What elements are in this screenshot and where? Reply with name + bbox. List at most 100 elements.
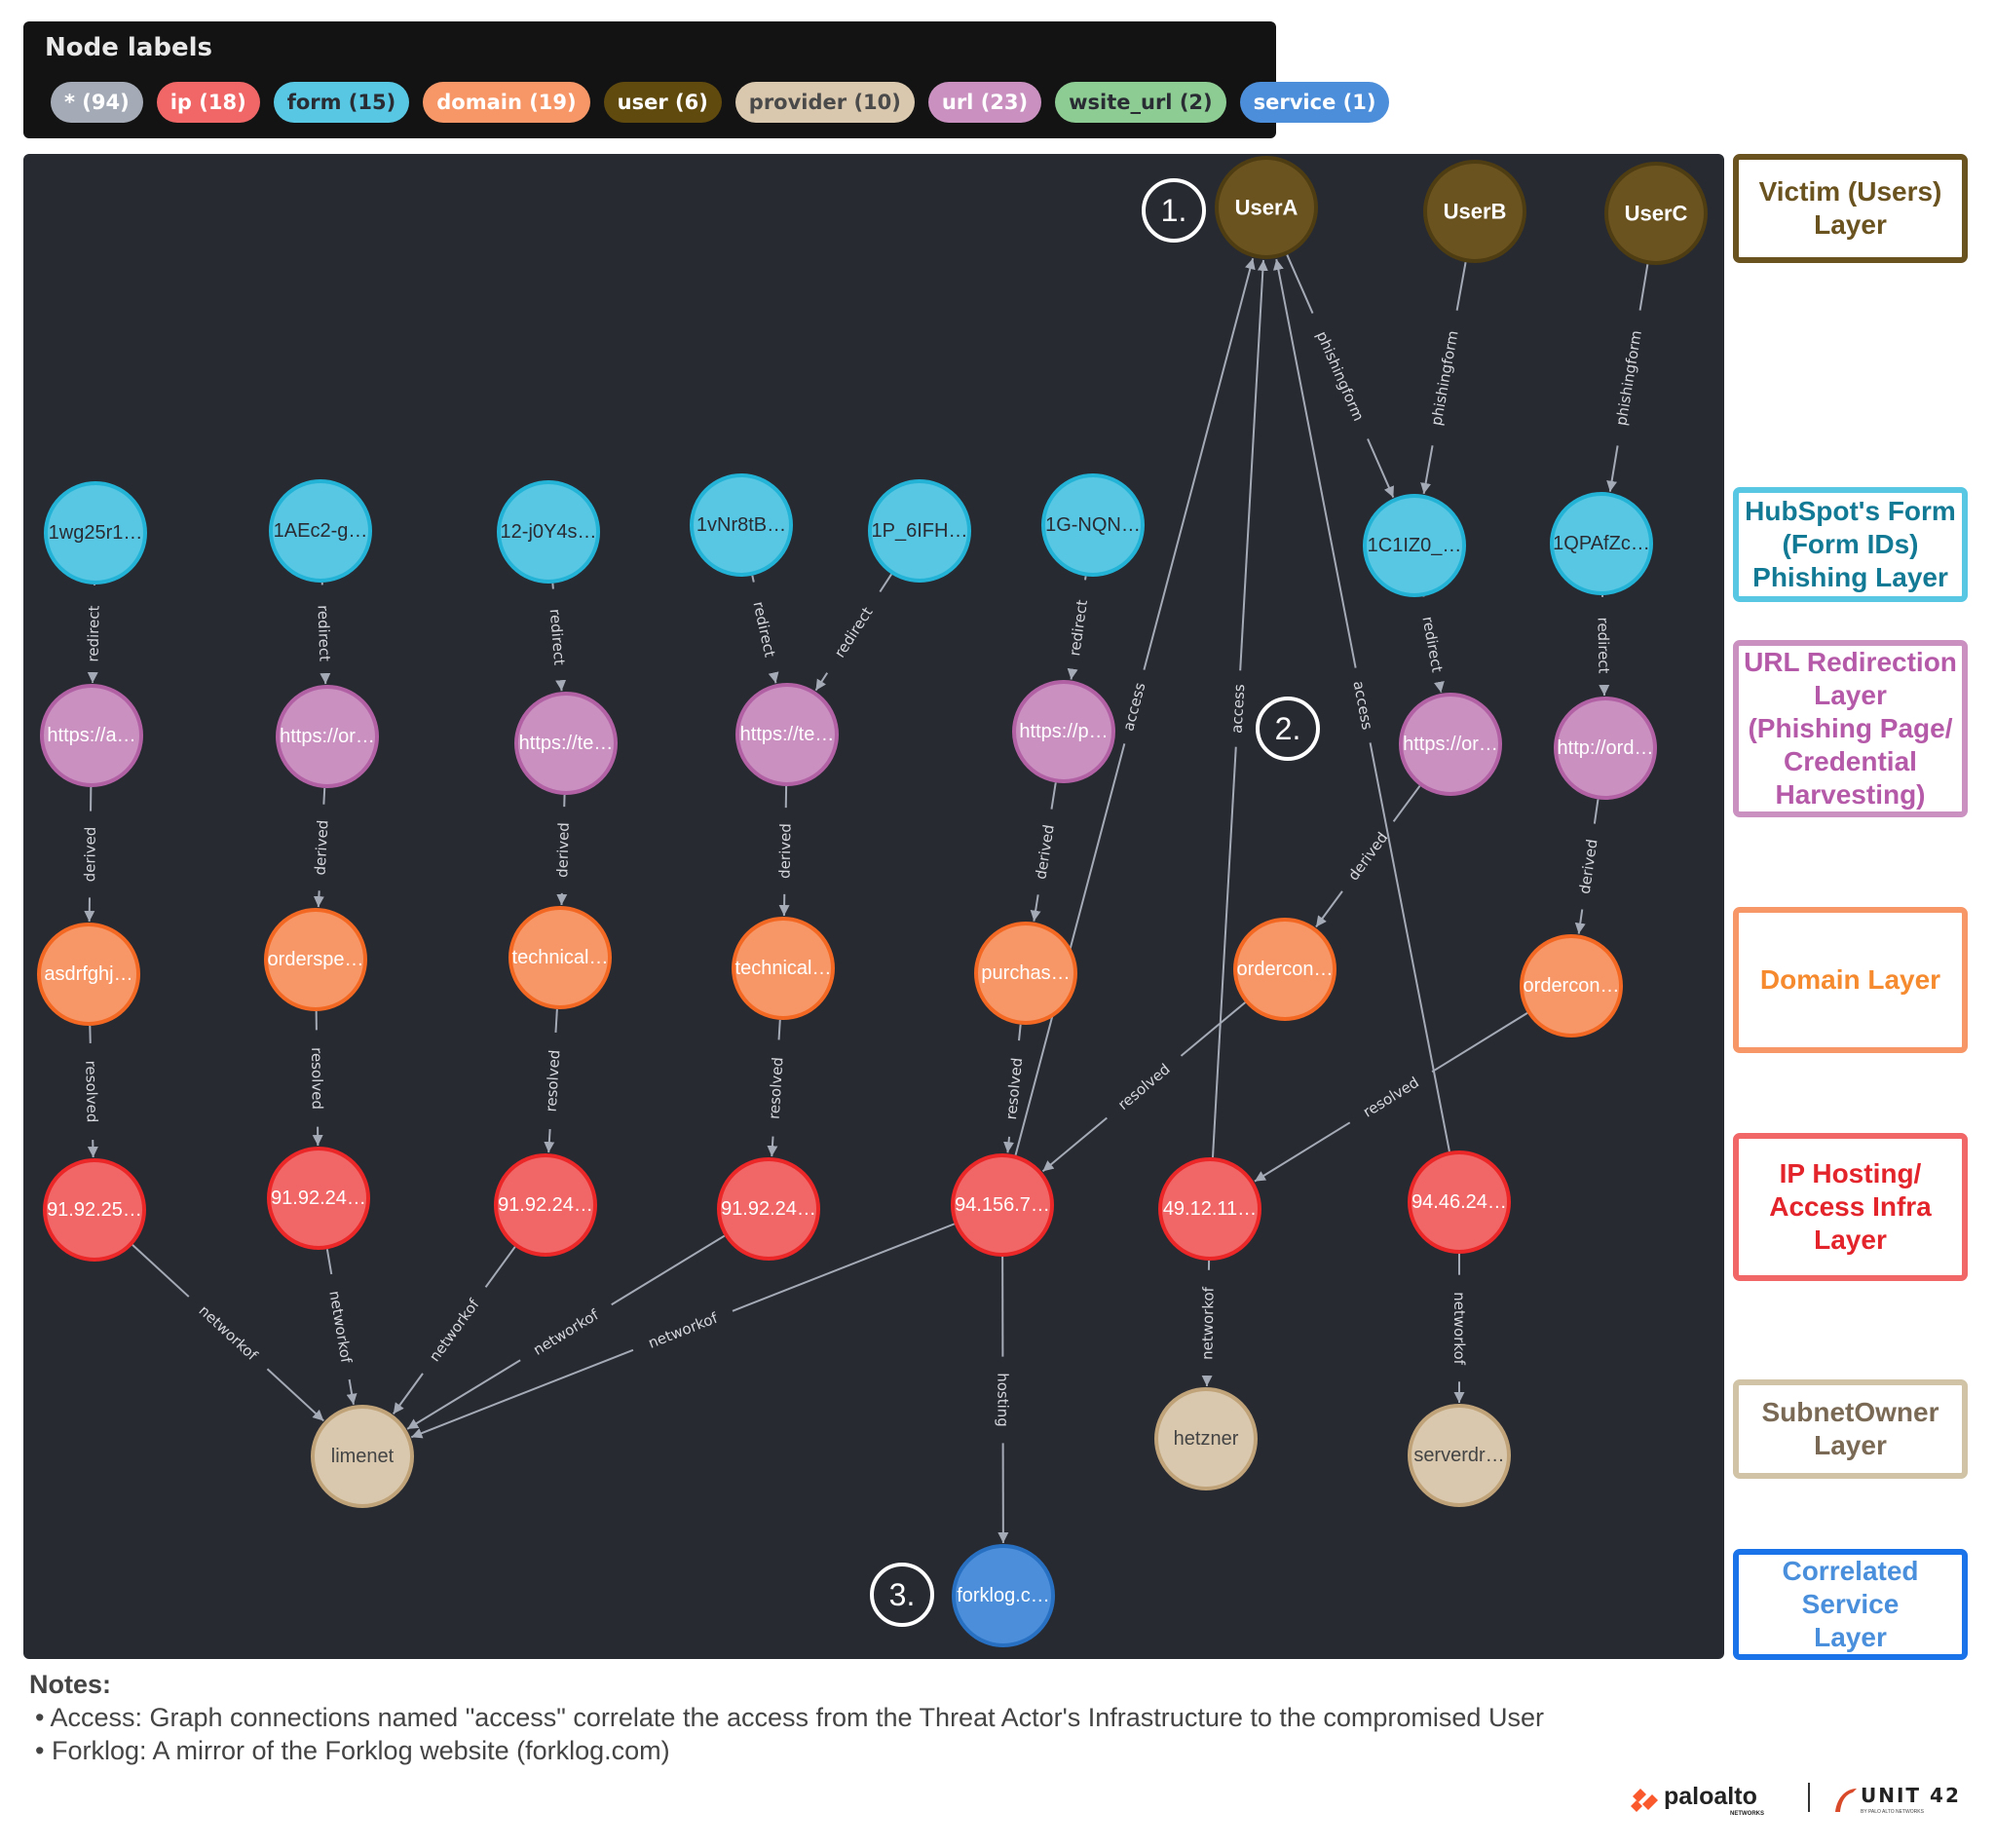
- edge-networkof[interactable]: networkof: [1450, 1254, 1468, 1403]
- edge-redirect[interactable]: redirect: [1066, 576, 1091, 680]
- edge-phishingform[interactable]: phishingform: [1286, 254, 1395, 498]
- node-url[interactable]: https://or…: [276, 685, 379, 788]
- edge-redirect[interactable]: redirect: [84, 584, 103, 684]
- edge-derived[interactable]: derived: [1574, 799, 1601, 934]
- edge-derived[interactable]: derived: [553, 794, 573, 906]
- node-url[interactable]: https://te…: [514, 692, 618, 795]
- node-user[interactable]: UserA: [1215, 156, 1318, 259]
- node-ip[interactable]: 91.92.24…: [717, 1157, 820, 1261]
- edge-networkof[interactable]: networkof: [325, 1249, 358, 1405]
- edge-label: derived: [1344, 829, 1391, 884]
- node-domain[interactable]: orderspe…: [264, 908, 367, 1011]
- node-form[interactable]: 1P_6IFH…: [868, 479, 971, 583]
- edge-label: networkof: [646, 1309, 721, 1352]
- edge-access[interactable]: access: [1211, 259, 1268, 1158]
- node-domain[interactable]: technical…: [508, 906, 612, 1009]
- node-form[interactable]: 1vNr8tB…: [690, 473, 793, 577]
- nodes-layer: UserA UserB UserC 1wg25r1… 1AEc2-g… 12-j0Y4s……: [37, 156, 1708, 1647]
- node-url[interactable]: https://or…: [1399, 693, 1502, 796]
- legend-pill-url[interactable]: url (23): [927, 82, 1042, 123]
- edge-networkof[interactable]: networkof: [410, 1223, 956, 1439]
- node-provider[interactable]: hetzner: [1154, 1387, 1258, 1490]
- node-circle: [732, 917, 835, 1020]
- node-url[interactable]: https://p…: [1012, 680, 1115, 783]
- node-form[interactable]: 1AEc2-g…: [269, 479, 372, 583]
- edge-line-arrow: [1041, 1116, 1108, 1173]
- node-domain[interactable]: technical…: [732, 917, 835, 1020]
- edge-label: resolved: [1114, 1060, 1174, 1113]
- edge-derived[interactable]: derived: [776, 785, 795, 917]
- node-ip[interactable]: 91.92.24…: [267, 1147, 370, 1250]
- layer-box-3: URL Redirection Layer (Phishing Page/Crede…: [1733, 640, 1968, 817]
- legend-pill-provider[interactable]: provider (10): [734, 82, 915, 123]
- node-ip[interactable]: 94.156.7…: [951, 1153, 1054, 1257]
- node-domain[interactable]: ordercon…: [1233, 918, 1336, 1021]
- layer-box-label: Correlated Service Layer: [1782, 1556, 1919, 1652]
- edge-line: [1211, 746, 1237, 1158]
- edge-derived[interactable]: derived: [1030, 782, 1058, 922]
- node-form[interactable]: 1G-NQN…: [1041, 473, 1145, 577]
- legend-pill-form[interactable]: form (15): [273, 82, 410, 123]
- legend-pill-all[interactable]: * (94): [51, 82, 143, 123]
- legend-pill-wsite_url[interactable]: wsite_url (2): [1055, 82, 1226, 123]
- edge-networkof[interactable]: networkof: [392, 1246, 516, 1414]
- node-domain[interactable]: ordercon…: [1520, 934, 1623, 1037]
- edge-resolved[interactable]: resolved: [82, 1025, 101, 1158]
- node-url[interactable]: http://ord…: [1554, 697, 1657, 800]
- paloalto-sub: NETWORKS: [1730, 1811, 1764, 1817]
- node-provider[interactable]: limenet: [311, 1405, 414, 1508]
- edge-line: [1180, 1001, 1246, 1057]
- node-circle: [1550, 492, 1653, 595]
- edge-hosting[interactable]: hosting: [994, 1256, 1012, 1544]
- edge-derived[interactable]: derived: [312, 787, 332, 908]
- edge-networkof[interactable]: networkof: [1198, 1260, 1218, 1387]
- node-user[interactable]: UserC: [1604, 162, 1708, 265]
- edge-line: [1593, 799, 1600, 824]
- edge-label: access: [1228, 684, 1249, 735]
- graph-svg: phishingform phishingform phishingform redi…: [37, 156, 1708, 1647]
- node-domain[interactable]: asdrfghj…: [37, 923, 140, 1026]
- legend-pill-domain[interactable]: domain (19): [423, 82, 590, 123]
- edge-redirect[interactable]: redirect: [1418, 595, 1446, 694]
- paloalto-logo-graphic: paloalto NETWORKS: [1631, 1783, 1764, 1817]
- edge-redirect[interactable]: redirect: [315, 582, 334, 685]
- legend-pill-service[interactable]: service (1): [1239, 82, 1390, 123]
- edge-resolved[interactable]: resolved: [1254, 1011, 1528, 1183]
- edge-redirect[interactable]: redirect: [546, 583, 569, 692]
- edge-redirect[interactable]: redirect: [814, 573, 892, 692]
- legend-pill-user[interactable]: user (6): [603, 82, 722, 123]
- edge-resolved[interactable]: resolved: [308, 1010, 326, 1147]
- node-ip[interactable]: 91.92.25…: [43, 1158, 146, 1262]
- layer-box-5: IP Hosting/Access Infra Layer: [1733, 1133, 1968, 1281]
- graph-canvas[interactable]: phishingform phishingform phishingform redi…: [23, 154, 1724, 1659]
- edge-derived[interactable]: derived: [81, 786, 99, 923]
- node-domain[interactable]: purchas…: [974, 922, 1077, 1025]
- node-form[interactable]: 1wg25r1…: [44, 481, 147, 585]
- edge-resolved[interactable]: resolved: [766, 1019, 787, 1157]
- edge-label: networkof: [530, 1305, 602, 1359]
- edge-resolved[interactable]: resolved: [543, 1008, 564, 1153]
- edge-resolved[interactable]: resolved: [1002, 1024, 1026, 1153]
- node-ip[interactable]: 49.12.11…: [1158, 1157, 1261, 1261]
- edge-label: hosting: [994, 1373, 1011, 1427]
- edge-phishingform[interactable]: phishingform: [1420, 261, 1467, 495]
- node-url[interactable]: https://a…: [40, 684, 143, 787]
- edge-networkof[interactable]: networkof: [132, 1244, 324, 1422]
- unit42-logo: UNIT 42 BY PALO ALTO NETWORKS: [1831, 1779, 1977, 1823]
- node-ip[interactable]: 91.92.24…: [494, 1153, 597, 1257]
- node-form[interactable]: 1QPAfZc…: [1550, 492, 1653, 595]
- node-provider[interactable]: serverdr…: [1408, 1404, 1511, 1507]
- node-form[interactable]: 1C1IZ0_…: [1363, 494, 1466, 597]
- legend-pill-ip[interactable]: ip (18): [156, 82, 260, 123]
- node-service[interactable]: forklog.c…: [952, 1544, 1055, 1647]
- edge-resolved[interactable]: resolved: [1041, 1001, 1246, 1173]
- node-form[interactable]: 12-j0Y4s…: [497, 480, 600, 584]
- edge-derived[interactable]: derived: [1315, 785, 1421, 928]
- node-url[interactable]: https://te…: [735, 683, 839, 786]
- node-circle: [1408, 1404, 1511, 1507]
- node-user[interactable]: UserB: [1423, 160, 1526, 263]
- edge-redirect[interactable]: redirect: [749, 575, 779, 684]
- edge-phishingform[interactable]: phishingform: [1606, 264, 1649, 492]
- edge-redirect[interactable]: redirect: [1594, 594, 1613, 697]
- node-ip[interactable]: 94.46.24…: [1408, 1150, 1511, 1254]
